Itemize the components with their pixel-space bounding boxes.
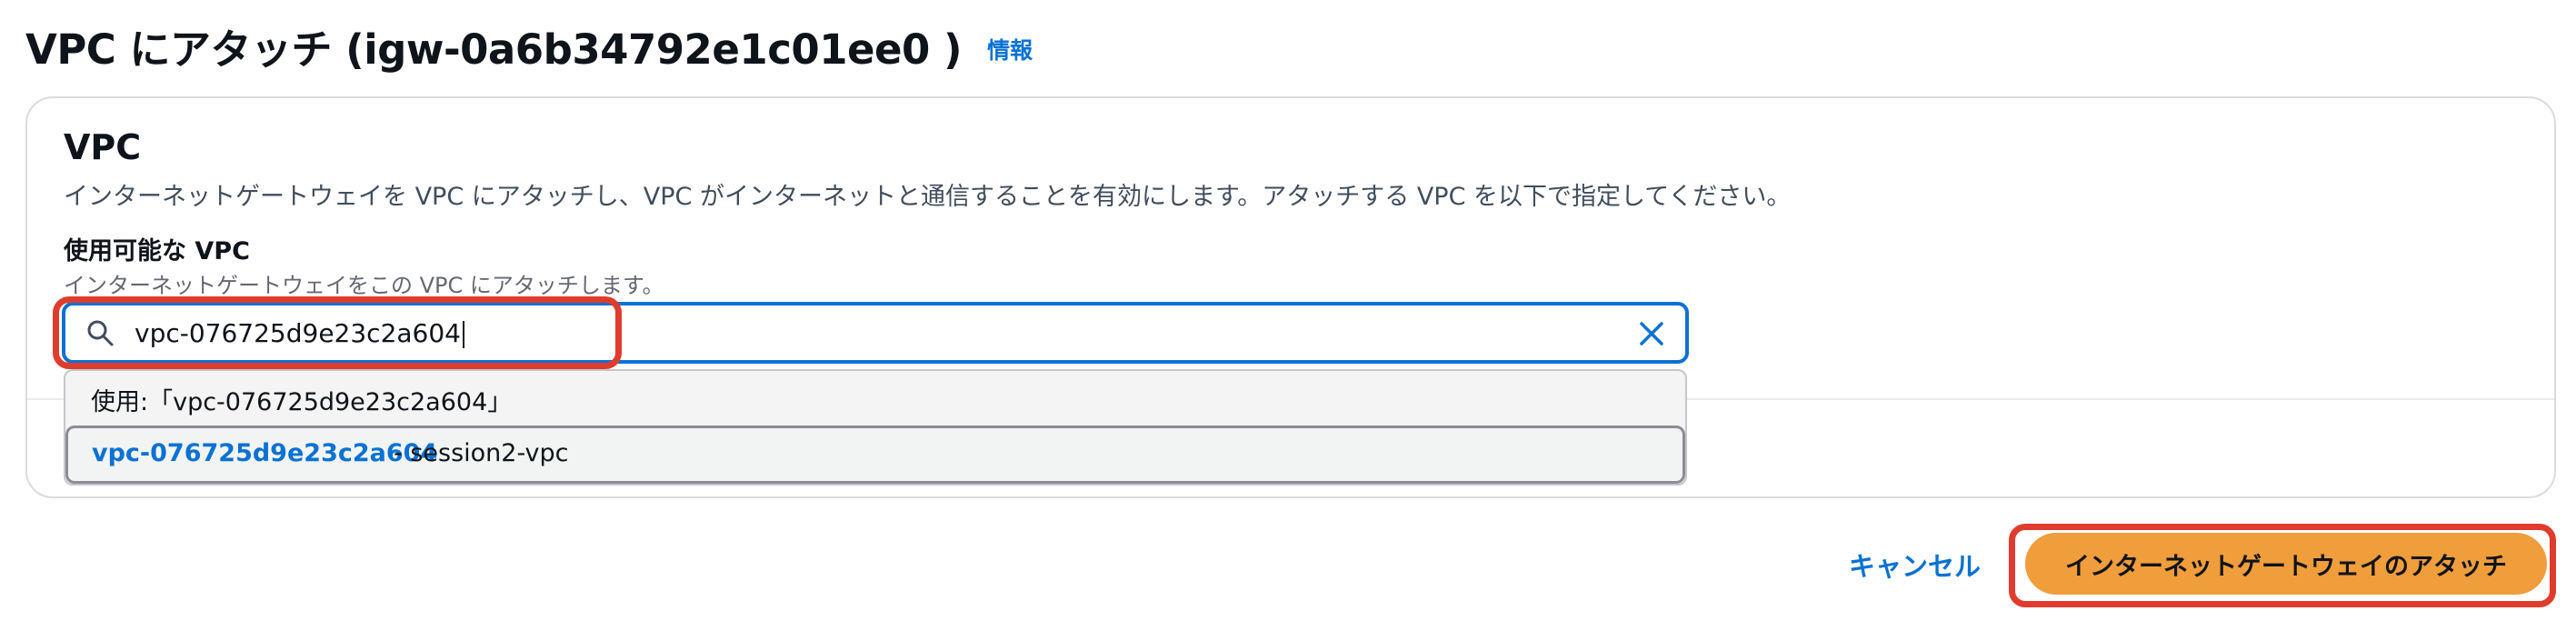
vpc-search-input[interactable]: vpc-076725d9e23c2a604: [62, 302, 1689, 364]
use-typed-value-option[interactable]: 使用:「vpc-076725d9e23c2a604」: [91, 382, 512, 417]
attach-vpc-page: VPC にアタッチ (igw-0a6b34792e1c01ee0 ) 情報 VP…: [0, 0, 2576, 631]
vpc-option-name: - session2-vpc: [394, 439, 569, 467]
section-description: インターネットゲートウェイを VPC にアタッチし、VPC がインターネットと通…: [64, 183, 1792, 211]
cancel-button[interactable]: キャンセル: [1849, 546, 1981, 584]
page-header: VPC にアタッチ (igw-0a6b34792e1c01ee0 ) 情報: [25, 9, 1033, 82]
section-title: VPC: [64, 127, 142, 167]
vpc-option-id: vpc-076725d9e23c2a604: [92, 439, 438, 467]
page-title: VPC にアタッチ (igw-0a6b34792e1c01ee0 ): [25, 25, 963, 74]
vpc-option[interactable]: vpc-076725d9e23c2a604 - session2-vpc: [65, 426, 1685, 484]
info-link[interactable]: 情報: [987, 33, 1033, 65]
text-caret: [462, 321, 464, 348]
attach-internet-gateway-button[interactable]: インターネットゲートウェイのアタッチ: [2025, 533, 2547, 595]
available-vpc-label: 使用可能な VPC: [64, 237, 250, 265]
search-input-value[interactable]: vpc-076725d9e23c2a604: [135, 318, 464, 348]
available-vpc-description: インターネットゲートウェイをこの VPC にアタッチします。: [64, 273, 664, 298]
search-icon: [87, 320, 114, 346]
close-icon[interactable]: [1636, 318, 1667, 349]
vpc-dropdown: 使用:「vpc-076725d9e23c2a604」 vpc-076725d9e…: [64, 369, 1687, 486]
